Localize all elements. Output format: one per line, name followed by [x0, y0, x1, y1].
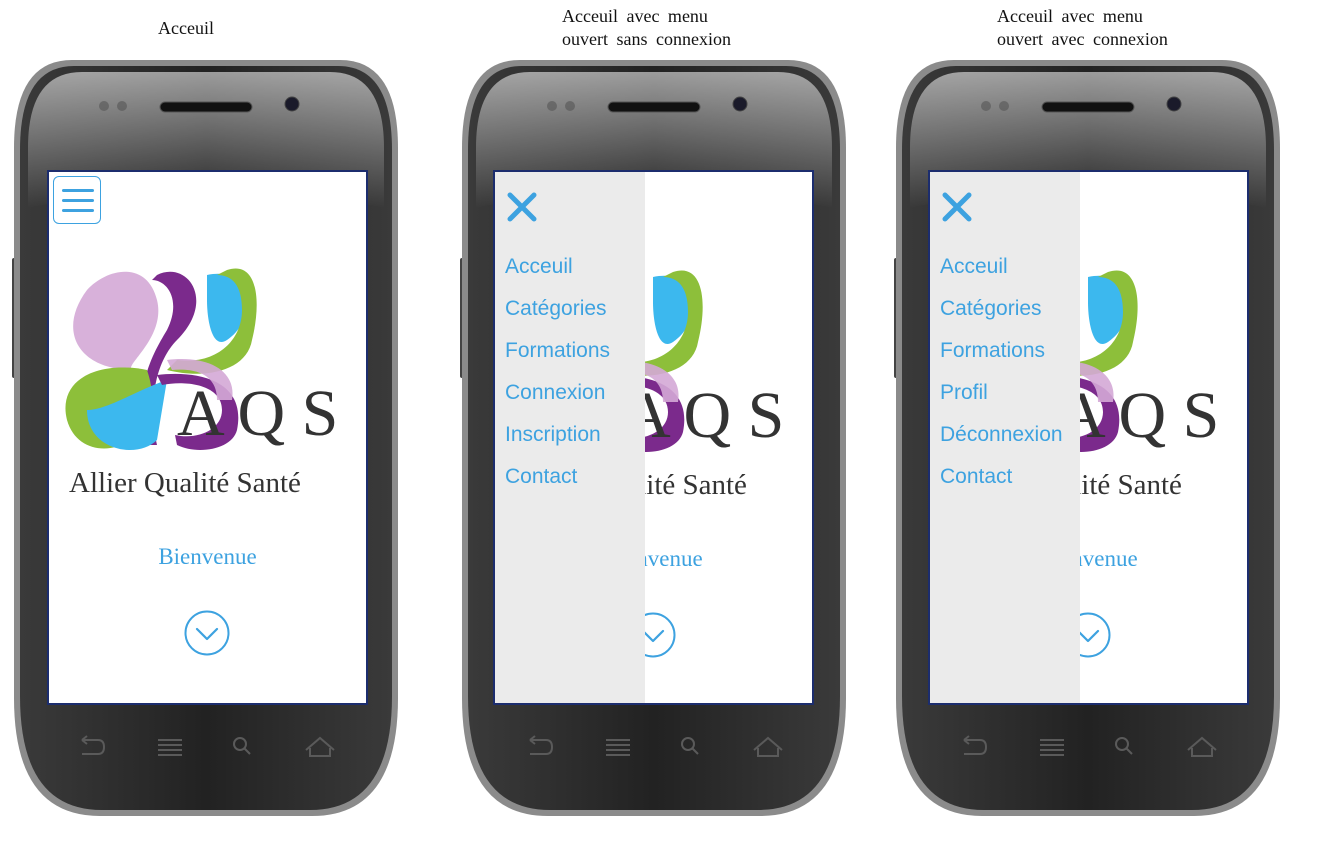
phone-mockup-home: A Q S Allier Qualité Santé Bienvenue — [12, 58, 400, 818]
side-menu-list: Acceuil Catégories Formations Profil Déc… — [940, 252, 1063, 504]
side-menu-list: Acceuil Catégories Formations Connexion … — [505, 252, 610, 504]
aqs-logo: A Q S Allier Qualité Santé — [57, 260, 357, 500]
caption-line: ouvert sans connexion — [562, 29, 731, 49]
welcome-title: Bienvenue — [158, 544, 257, 569]
menu-item-inscription[interactable]: Inscription — [505, 420, 610, 462]
phone-mockup-menu-user: A Q S Allier Qualité Santé Bienvenue Acc… — [894, 58, 1282, 818]
phone-mockup-menu-guest: A Q S Allier Qualité Santé Bienvenue Acc… — [460, 58, 848, 818]
menu-item-formations[interactable]: Formations — [940, 336, 1063, 378]
caption-line: Acceuil avec menu — [997, 6, 1143, 26]
close-icon[interactable] — [940, 190, 974, 224]
menu-item-contact[interactable]: Contact — [940, 462, 1063, 504]
hamburger-line — [62, 189, 94, 192]
menu-item-acceuil[interactable]: Acceuil — [505, 252, 610, 294]
phone-screen: A Q S Allier Qualité Santé Bienvenue — [47, 170, 368, 705]
hamburger-menu-button[interactable] — [53, 176, 101, 224]
svg-text:A Q S: A Q S — [623, 379, 784, 452]
svg-text:Allier Qualité Santé: Allier Qualité Santé — [69, 467, 301, 499]
side-menu-drawer: Acceuil Catégories Formations Profil Déc… — [930, 172, 1080, 703]
menu-item-connexion[interactable]: Connexion — [505, 378, 610, 420]
caption-screen-3: Acceuil avec menu ouvert avec connexion — [997, 5, 1168, 51]
phone-screen: A Q S Allier Qualité Santé Bienvenue Acc… — [493, 170, 814, 705]
caption-screen-1: Acceuil — [158, 17, 214, 40]
hamburger-line — [62, 199, 94, 202]
menu-item-contact[interactable]: Contact — [505, 462, 610, 504]
phone-screen: A Q S Allier Qualité Santé Bienvenue Acc… — [928, 170, 1249, 705]
caption-line: ouvert avec connexion — [997, 29, 1168, 49]
svg-text:A Q S: A Q S — [177, 377, 338, 450]
close-icon[interactable] — [505, 190, 539, 224]
caption-screen-2: Acceuil avec menu ouvert sans connexion — [562, 5, 731, 51]
scroll-down-button[interactable] — [184, 610, 230, 656]
menu-item-profil[interactable]: Profil — [940, 378, 1063, 420]
menu-item-acceuil[interactable]: Acceuil — [940, 252, 1063, 294]
menu-item-formations[interactable]: Formations — [505, 336, 610, 378]
caption-line: Acceuil — [158, 18, 214, 38]
hamburger-line — [62, 209, 94, 212]
menu-item-categories[interactable]: Catégories — [505, 294, 610, 336]
side-menu-drawer: Acceuil Catégories Formations Connexion … — [495, 172, 645, 703]
menu-item-deconnexion[interactable]: Déconnexion — [940, 420, 1063, 462]
caption-line: Acceuil avec menu — [562, 6, 708, 26]
menu-item-categories[interactable]: Catégories — [940, 294, 1063, 336]
svg-text:A Q S: A Q S — [1058, 379, 1219, 452]
